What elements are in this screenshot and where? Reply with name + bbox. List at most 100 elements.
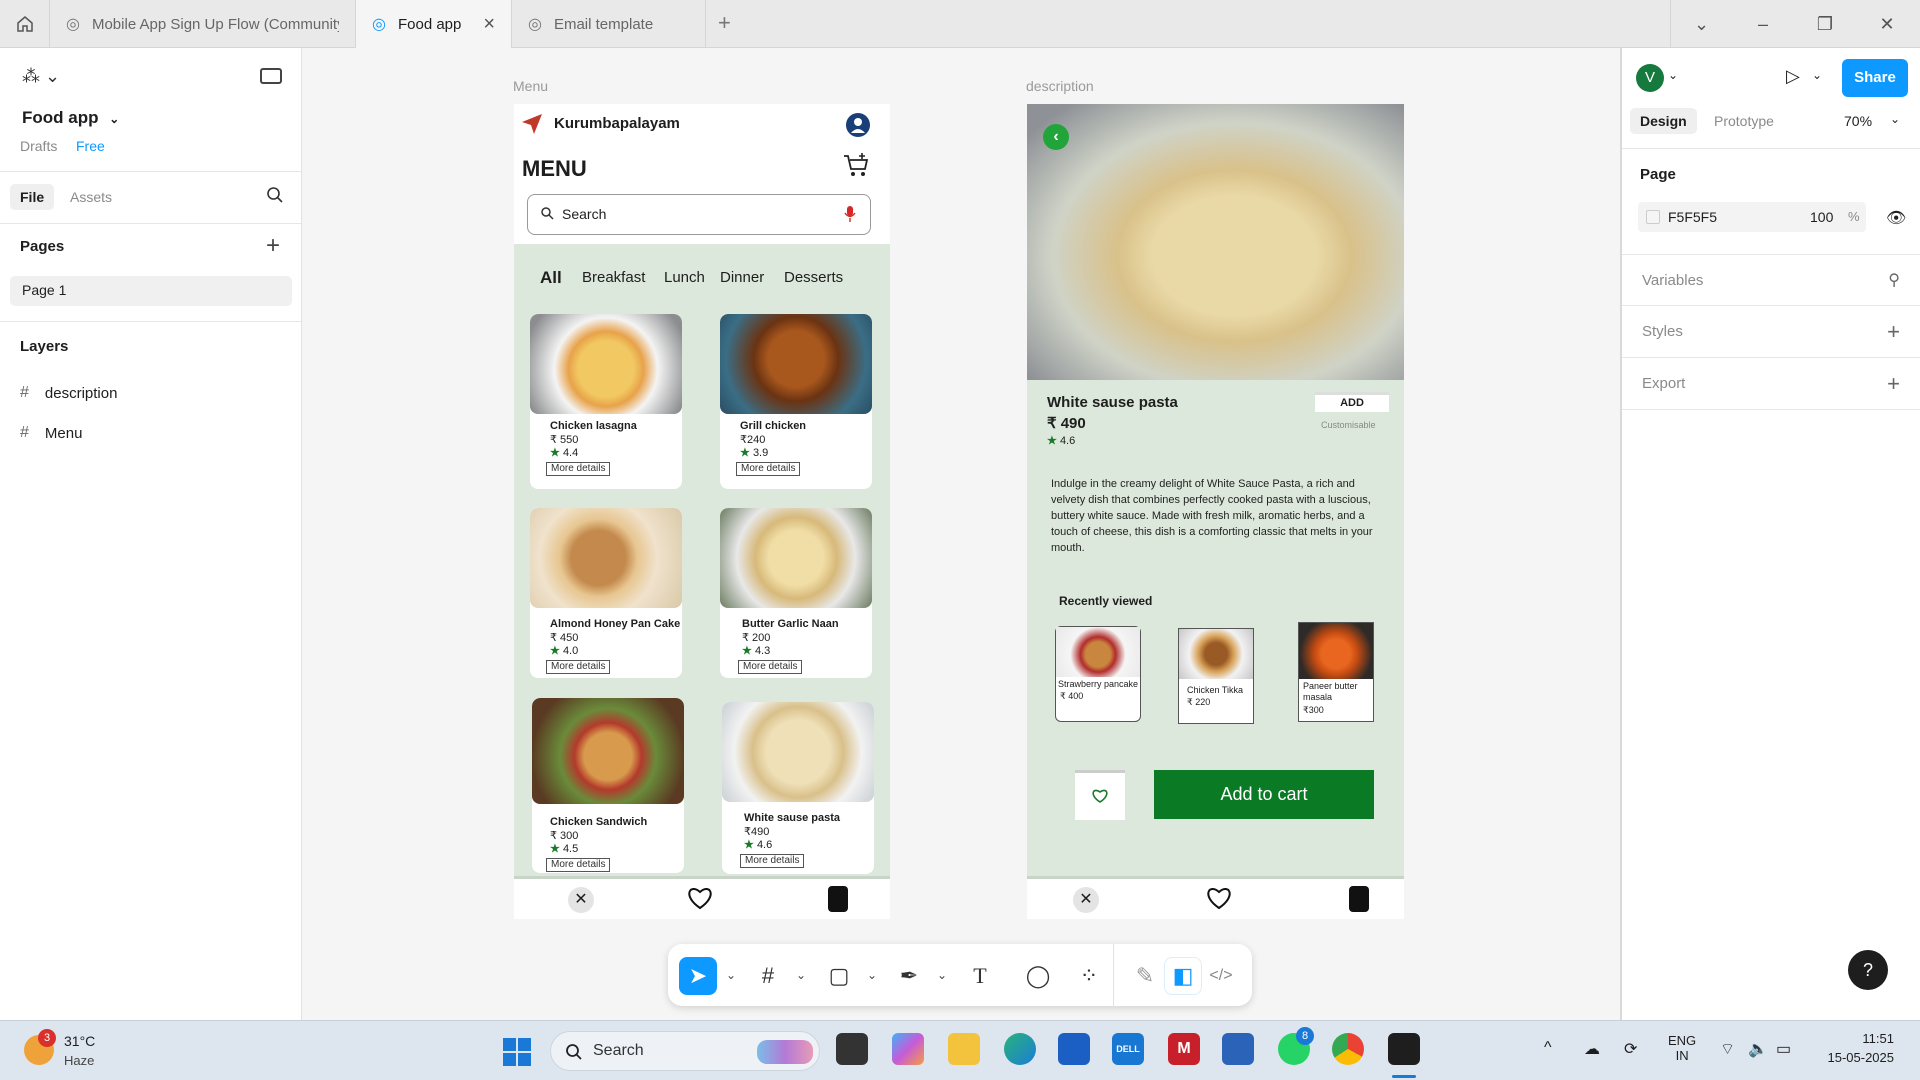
add-export-icon[interactable]: +: [1887, 371, 1900, 397]
user-avatar[interactable]: V: [1636, 64, 1664, 92]
figma-menu-icon[interactable]: ⁂ ⌄: [22, 66, 60, 87]
cutlery-icon[interactable]: ✕: [568, 887, 594, 913]
heart-icon[interactable]: [1205, 885, 1233, 916]
frame-tool-icon[interactable]: #: [749, 957, 787, 995]
help-button[interactable]: ?: [1848, 950, 1888, 990]
chevron-down-icon[interactable]: ⌄: [796, 968, 806, 982]
text-tool-icon[interactable]: T: [961, 957, 999, 995]
recent-item[interactable]: Paneer butter masala ₹300: [1298, 622, 1374, 722]
rectangle-tool-icon[interactable]: ▢: [820, 957, 858, 995]
task-view-icon[interactable]: [836, 1033, 868, 1065]
chevron-down-icon[interactable]: ⌄: [1812, 68, 1822, 82]
design-mode-icon[interactable]: ◧: [1164, 957, 1202, 995]
sidebar-toggle-icon[interactable]: [260, 68, 282, 84]
add-page-icon[interactable]: +: [266, 232, 280, 260]
profile-icon[interactable]: [846, 113, 870, 137]
taskbar-search[interactable]: Search: [550, 1031, 820, 1071]
more-details-button[interactable]: More details: [738, 660, 803, 674]
eye-icon[interactable]: 👁: [1886, 208, 1906, 228]
sync-icon[interactable]: ⟳: [1624, 1039, 1637, 1059]
windows-start-icon[interactable]: [502, 1037, 532, 1067]
page-color-field[interactable]: F5F5F5 100 %: [1638, 202, 1866, 232]
close-window-icon[interactable]: ✕: [1856, 0, 1918, 48]
minimize-icon[interactable]: –: [1732, 0, 1794, 48]
page-item-1[interactable]: Page 1: [10, 276, 292, 306]
new-tab-plus-icon[interactable]: +: [718, 10, 731, 36]
more-details-button[interactable]: More details: [736, 462, 801, 476]
tab-food-app[interactable]: ◎ Food app ×: [356, 0, 512, 48]
frame-label-description[interactable]: description: [1026, 78, 1094, 94]
search-icon[interactable]: [266, 186, 284, 209]
chevron-down-icon[interactable]: ⌄: [1890, 112, 1900, 126]
more-details-button[interactable]: More details: [546, 660, 611, 674]
recent-item[interactable]: Chicken Tikka ₹ 220: [1178, 628, 1254, 724]
orders-icon[interactable]: [828, 886, 848, 912]
menu-frame[interactable]: Kurumbapalayam MENU Search All Breakfast…: [514, 104, 890, 919]
file-explorer-icon[interactable]: [948, 1033, 980, 1065]
zoom-level[interactable]: 70%: [1844, 113, 1872, 129]
heart-icon[interactable]: [686, 885, 714, 916]
tab-email-template[interactable]: ◎ Email template: [512, 0, 706, 48]
mcafee-icon[interactable]: M: [1168, 1033, 1200, 1065]
tab-prototype[interactable]: Prototype: [1714, 113, 1774, 129]
food-card[interactable]: Almond Honey Pan Cake ₹ 450 ★ 4.0 More d…: [530, 508, 682, 678]
home-icon[interactable]: [0, 0, 50, 48]
tab-file[interactable]: File: [10, 184, 55, 210]
wifi-icon[interactable]: ⌔: [1720, 1039, 1735, 1059]
tab-mobile-app[interactable]: ◎ Mobile App Sign Up Flow (Community): [50, 0, 356, 48]
cart-icon[interactable]: [842, 152, 870, 183]
present-play-icon[interactable]: ▷: [1786, 66, 1800, 87]
category-dinner[interactable]: Dinner: [720, 269, 764, 286]
chevron-up-icon[interactable]: ^: [1544, 1039, 1552, 1057]
category-breakfast[interactable]: Breakfast: [582, 269, 645, 286]
canvas[interactable]: Menu description Kurumbapalayam MENU Sea…: [302, 48, 1620, 1020]
drafts-label[interactable]: Drafts: [20, 138, 57, 154]
share-button[interactable]: Share: [1842, 59, 1908, 97]
comment-tool-icon[interactable]: ◯: [1019, 957, 1057, 995]
orders-icon[interactable]: [1349, 886, 1369, 912]
category-lunch[interactable]: Lunch: [664, 269, 705, 286]
menu-search-input[interactable]: Search: [527, 194, 871, 235]
chevron-down-icon[interactable]: ⌄: [726, 968, 736, 982]
cutlery-icon[interactable]: ✕: [1073, 887, 1099, 913]
recent-item[interactable]: Strawberry pancake ₹ 400: [1055, 626, 1141, 722]
clock[interactable]: 11:51 15-05-2025: [1820, 1031, 1895, 1065]
layer-menu[interactable]: # Menu: [20, 424, 82, 442]
variables-section[interactable]: Variables ⚲: [1622, 254, 1920, 306]
close-tab-icon[interactable]: ×: [483, 13, 495, 36]
draw-mode-icon[interactable]: ✎: [1126, 957, 1164, 995]
description-frame[interactable]: ‹ White sause pasta ₹ 490 ★ 4.6 ADD Cust…: [1027, 104, 1404, 919]
pen-tool-icon[interactable]: ✒: [890, 957, 928, 995]
dell-icon[interactable]: DELL: [1112, 1033, 1144, 1065]
copilot-icon[interactable]: [892, 1033, 924, 1065]
tab-design[interactable]: Design: [1630, 108, 1697, 134]
chrome-icon[interactable]: [1332, 1033, 1364, 1065]
food-card[interactable]: White sause pasta ₹490 ★ 4.6 More detail…: [722, 702, 874, 874]
sliders-icon[interactable]: ⚲: [1888, 270, 1900, 290]
tab-assets[interactable]: Assets: [70, 189, 112, 205]
edge-icon[interactable]: [1004, 1033, 1036, 1065]
add-button[interactable]: ADD: [1315, 392, 1389, 412]
store-icon[interactable]: [1058, 1033, 1090, 1065]
remote-desktop-icon[interactable]: [1222, 1033, 1254, 1065]
layer-description[interactable]: # description: [20, 384, 117, 402]
category-all[interactable]: All: [540, 268, 562, 288]
onedrive-icon[interactable]: ☁: [1584, 1039, 1600, 1059]
color-swatch[interactable]: [1646, 210, 1660, 224]
volume-icon[interactable]: 🔈: [1748, 1039, 1768, 1059]
wishlist-button[interactable]: [1075, 770, 1125, 820]
restore-icon[interactable]: ❐: [1794, 0, 1856, 48]
more-details-button[interactable]: More details: [546, 858, 611, 872]
export-section[interactable]: Export +: [1622, 358, 1920, 410]
add-style-icon[interactable]: +: [1887, 319, 1900, 345]
location-arrow-icon[interactable]: [520, 112, 544, 141]
file-name[interactable]: Food app ⌄: [22, 108, 119, 128]
battery-icon[interactable]: ▭: [1776, 1039, 1791, 1059]
food-card[interactable]: Chicken Sandwich ₹ 300 ★ 4.5 More detail…: [532, 698, 684, 873]
more-details-button[interactable]: More details: [740, 854, 805, 868]
actions-tool-icon[interactable]: ⁘: [1070, 957, 1108, 995]
plan-badge[interactable]: Free: [76, 138, 105, 154]
food-card[interactable]: Grill chicken ₹240 ★ 3.9 More details: [720, 314, 872, 489]
language-indicator[interactable]: ENG IN: [1668, 1033, 1696, 1063]
dev-mode-icon[interactable]: </>: [1202, 957, 1240, 995]
